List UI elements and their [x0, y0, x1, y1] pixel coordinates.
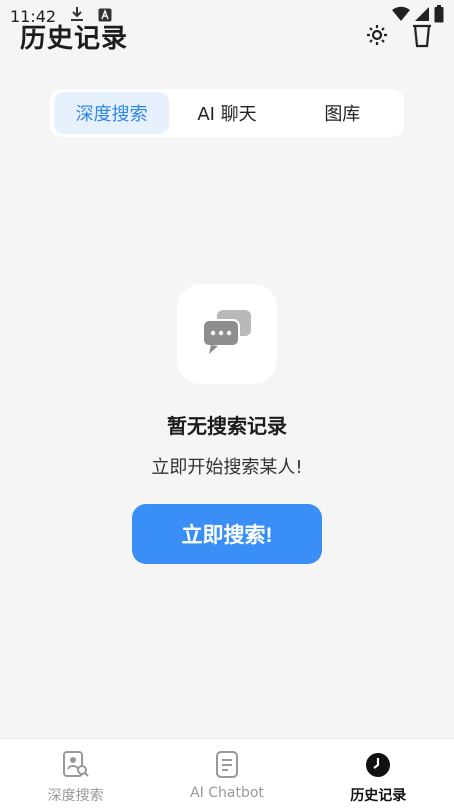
start-search-button[interactable]: 立即搜索!	[132, 504, 322, 564]
bottom-nav: 深度搜索 AI Chatbot 历史记录	[0, 738, 454, 808]
nav-label: 历史记录	[350, 788, 407, 804]
empty-state-icon-box	[177, 284, 277, 384]
nav-item-ai-chatbot[interactable]: AI Chatbot	[151, 739, 302, 808]
header: 历史记录	[0, 18, 454, 58]
trash-icon[interactable]	[410, 22, 434, 52]
nav-label: 深度搜索	[47, 788, 104, 804]
nav-item-history[interactable]: 历史记录	[303, 739, 454, 808]
empty-state-title: 暂无搜索记录	[167, 414, 287, 438]
nav-item-deep-search[interactable]: 深度搜索	[0, 739, 151, 808]
chat-bubbles-icon	[201, 308, 253, 360]
document-icon	[214, 751, 240, 783]
page-title: 历史记录	[20, 24, 129, 54]
tab-deep-search[interactable]: 深度搜索	[54, 92, 170, 134]
empty-state-subtitle: 立即开始搜索某人!	[151, 457, 303, 478]
history-tabs: 深度搜索 AI 聊天 图库	[50, 89, 404, 137]
tab-gallery[interactable]: 图库	[285, 92, 400, 134]
settings-icon[interactable]	[364, 22, 390, 52]
clock-icon	[364, 751, 392, 783]
tab-ai-chat[interactable]: AI 聊天	[169, 92, 284, 134]
profile-search-icon	[61, 751, 91, 783]
nav-label: AI Chatbot	[190, 785, 264, 801]
header-actions	[364, 22, 434, 52]
